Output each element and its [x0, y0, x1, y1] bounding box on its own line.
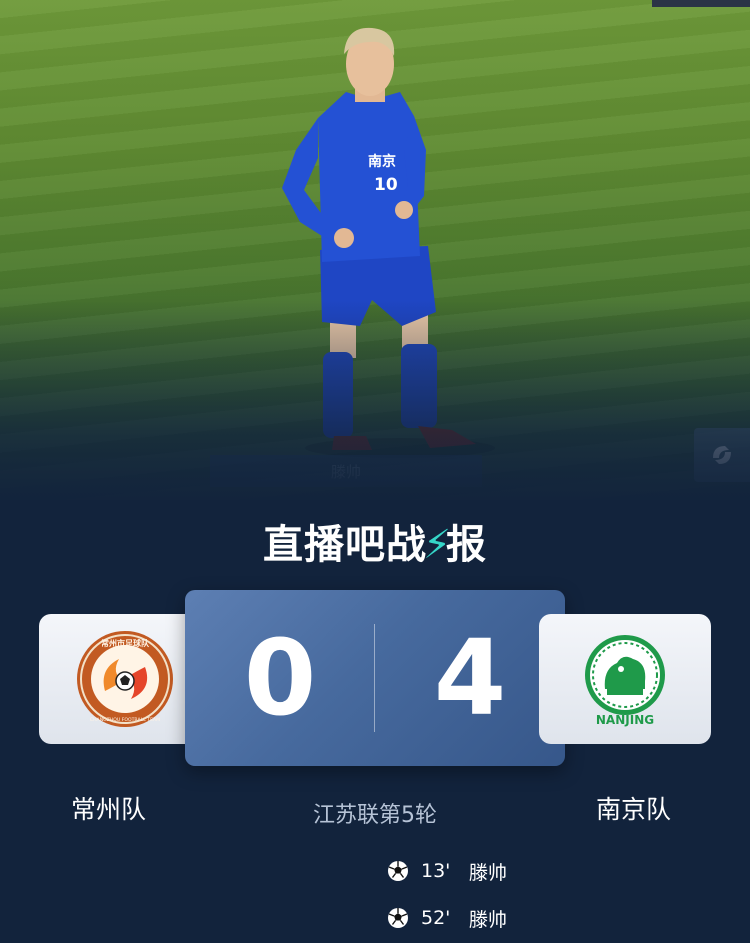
away-score: 4: [433, 617, 507, 739]
match-photo: 南京 10 滕帅: [0, 0, 750, 500]
home-score: 0: [243, 617, 317, 739]
goal-scorer: 滕帅: [469, 861, 508, 884]
away-logo-text: NANJING: [596, 713, 654, 727]
goal-minute: 13': [421, 860, 451, 882]
soccer-ball-icon: [388, 861, 408, 881]
goal-event: 52' 滕帅: [387, 904, 507, 932]
tv-scorebug: [652, 0, 750, 7]
goal-scorer: 滕帅: [469, 908, 508, 931]
home-logo-subtext: CHANGZHOU FOOTBALL TEAM: [90, 717, 160, 723]
title-text-end: 报: [446, 522, 488, 568]
title-text: 直播吧战: [262, 522, 427, 568]
goal-minute: 52': [421, 907, 451, 929]
page-title: 直播吧战⚡报: [0, 512, 750, 570]
shirt-sponsor-text: 南京: [368, 153, 396, 170]
scoreboard: 0 4: [185, 590, 565, 766]
soccer-ball-icon: [388, 908, 408, 928]
away-team-name[interactable]: 南京队: [596, 790, 671, 826]
shirt-number: 10: [374, 175, 398, 195]
goal-event: 13' 滕帅: [387, 857, 507, 885]
away-team-card[interactable]: NANJING: [539, 614, 711, 744]
home-team-logo-icon: 常州市足球队 CHANGZHOU FOOTBALL TEAM: [77, 631, 173, 727]
score-divider: [374, 624, 375, 732]
home-logo-text: 常州市足球队: [101, 638, 150, 648]
away-team-logo-icon: NANJING: [585, 635, 665, 727]
